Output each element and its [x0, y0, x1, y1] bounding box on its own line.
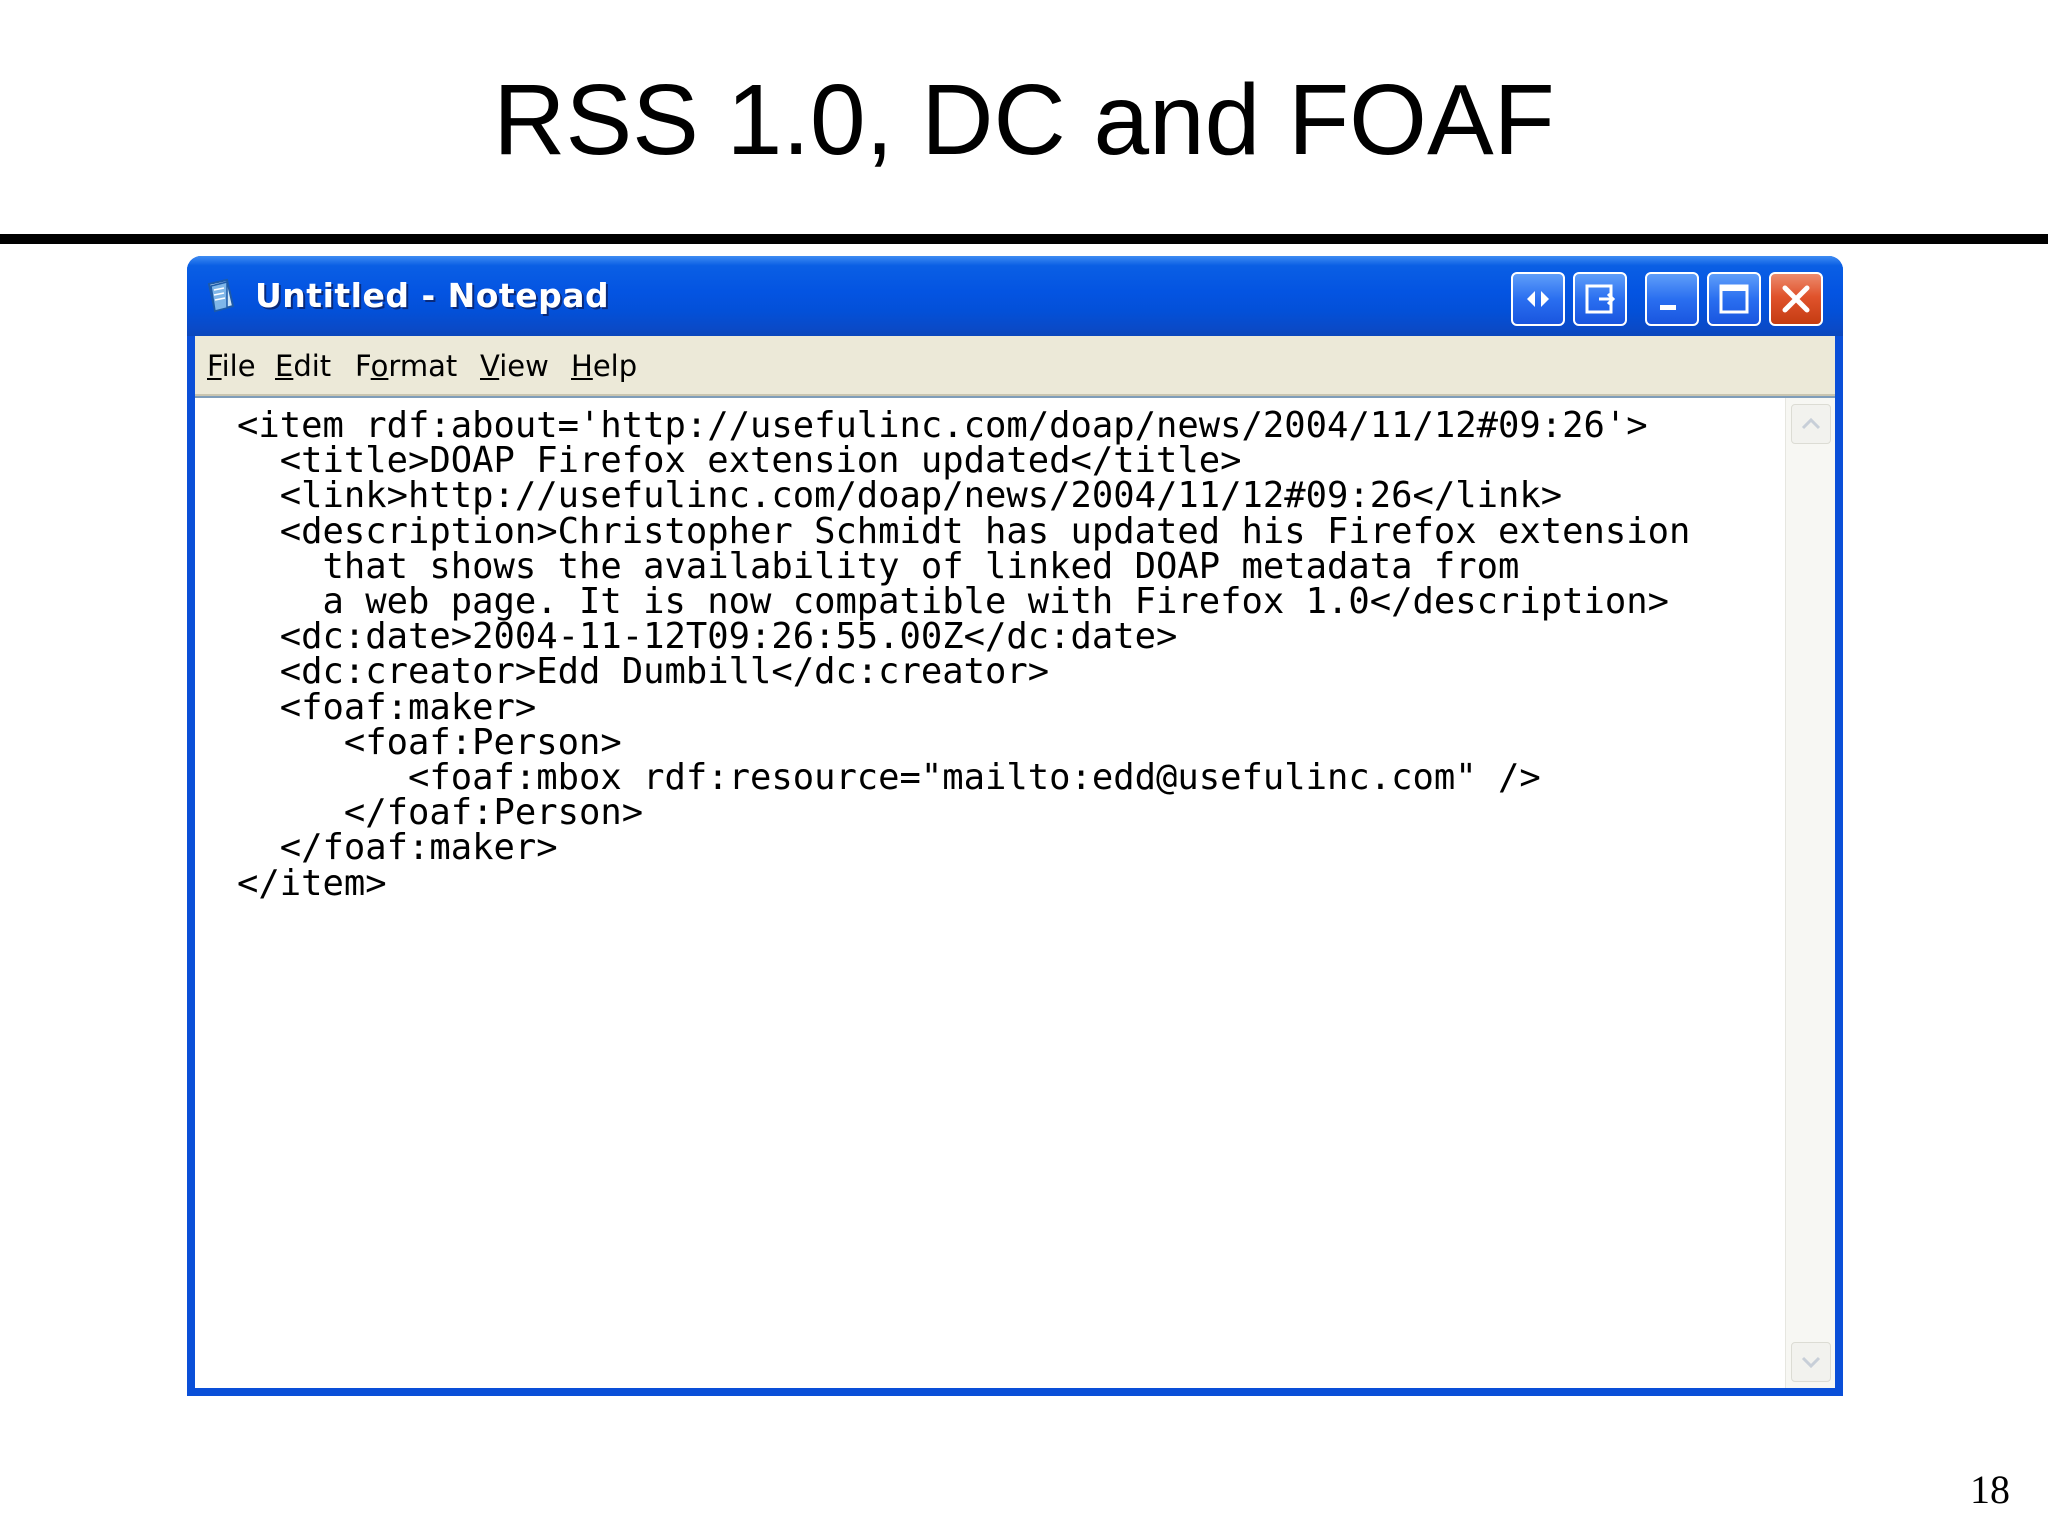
- export-window-button[interactable]: [1573, 272, 1627, 326]
- menu-view[interactable]: View: [480, 348, 549, 384]
- notepad-window: Untitled - Notepad File Edit Format View…: [187, 256, 1843, 1396]
- page-number: 18: [1970, 1467, 2010, 1512]
- maximize-button[interactable]: [1707, 272, 1761, 326]
- restore-arrows-icon: [1527, 291, 1549, 307]
- menu-bar: File Edit Format View Help: [195, 336, 1835, 396]
- chevron-down-icon: [1801, 1356, 1821, 1369]
- menu-edit-label: dit: [293, 349, 332, 383]
- close-button[interactable]: [1769, 272, 1823, 326]
- code-line: </item>: [237, 862, 387, 904]
- menu-format-label: rmat: [388, 349, 458, 383]
- maximize-icon: [1719, 284, 1749, 314]
- menu-help-label: elp: [592, 349, 638, 383]
- text-editor[interactable]: <item rdf:about='http://usefulinc.com/do…: [195, 396, 1835, 1388]
- menu-view-mnemonic: V: [480, 349, 500, 383]
- menu-file-label: ile: [221, 349, 256, 383]
- slide-title: RSS 1.0, DC and FOAF: [493, 64, 1555, 176]
- menu-help-mnemonic: H: [571, 349, 593, 383]
- menu-file[interactable]: File: [207, 348, 256, 384]
- editor-content: <item rdf:about='http://usefulinc.com/do…: [237, 408, 1690, 901]
- minimize-icon: [1660, 305, 1676, 310]
- close-icon: [1782, 285, 1810, 313]
- menu-format-prefix: F: [355, 349, 371, 383]
- minimize-button[interactable]: [1645, 272, 1699, 326]
- chevron-up-icon: [1801, 417, 1821, 430]
- window-titlebar[interactable]: Untitled - Notepad: [187, 256, 1843, 336]
- restore-arrows-button[interactable]: [1511, 272, 1565, 326]
- scroll-down-button[interactable]: [1791, 1342, 1831, 1382]
- window-title: Untitled - Notepad: [255, 276, 610, 315]
- menu-format[interactable]: Format: [355, 348, 457, 384]
- menu-format-mnemonic: o: [370, 349, 389, 383]
- vertical-scrollbar[interactable]: [1785, 398, 1835, 1388]
- menu-file-mnemonic: F: [207, 349, 222, 383]
- menu-edit[interactable]: Edit: [275, 348, 331, 384]
- menu-view-label: iew: [499, 349, 549, 383]
- title-divider: [0, 234, 2048, 244]
- menu-help[interactable]: Help: [571, 348, 637, 384]
- menu-edit-mnemonic: E: [275, 349, 294, 383]
- export-window-icon: [1585, 284, 1616, 314]
- scroll-up-button[interactable]: [1791, 404, 1831, 444]
- notepad-icon: [207, 278, 235, 313]
